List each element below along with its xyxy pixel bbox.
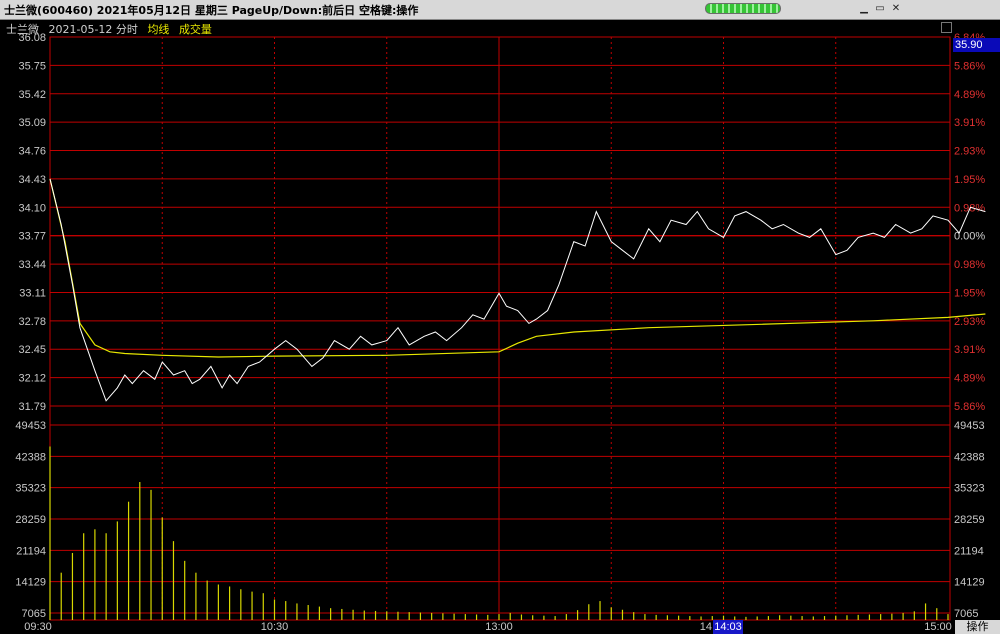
price-tick-label: 35.75: [18, 60, 46, 72]
chart-date: 2021-05-12 分时: [48, 23, 138, 36]
time-tick-label: 09:30: [24, 621, 52, 633]
volume-tick-label-right: 42388: [954, 451, 985, 463]
percent-tick-label: 5.86%: [954, 60, 985, 72]
percent-tick-label: 1.95%: [954, 174, 985, 186]
cursor-time-label: 14:03: [713, 620, 743, 634]
volume-tick-label-right: 35323: [954, 483, 985, 495]
current-price-box: 35.90: [953, 38, 1000, 52]
percent-tick-label: 0.98%: [954, 259, 985, 271]
price-tick-label: 32.78: [18, 316, 46, 328]
percent-tick-label: 2.93%: [954, 316, 985, 328]
time-tick-label: 10:30: [261, 621, 289, 633]
price-tick-label: 31.79: [18, 401, 46, 413]
volume-tick-label: 49453: [15, 420, 46, 432]
average-price-line: [49, 178, 986, 358]
percent-tick-label: 3.91%: [954, 117, 985, 129]
window-title: 士兰微(600460) 2021年05月12日 星期三 PageUp/Down:…: [4, 4, 419, 17]
price-tick-label: 33.11: [19, 287, 46, 299]
title-bar: 士兰微(600460) 2021年05月12日 星期三 PageUp/Down:…: [0, 0, 1000, 20]
maximize-icon[interactable]: ▭: [874, 3, 886, 15]
volume-tick-label-right: 28259: [954, 514, 985, 526]
stock-name: 士兰微: [6, 23, 39, 36]
window-buttons: ▁ ▭ ✕: [850, 0, 1000, 19]
percent-tick-label: 4.89%: [954, 89, 985, 101]
volume-tick-label: 14129: [15, 577, 46, 589]
volume-tick-label: 21194: [16, 545, 46, 557]
legend-volume: 成交量: [178, 23, 212, 36]
price-tick-label: 34.10: [18, 202, 46, 214]
time-tick-label: 15:00: [924, 621, 952, 633]
volume-tick-label-right: 21194: [954, 545, 984, 557]
price-tick-label: 35.42: [18, 89, 46, 101]
chart-header: 士兰微 2021-05-12 分时 均线 成交量: [6, 21, 218, 37]
volume-tick-label-right: 7065: [954, 608, 978, 620]
close-icon[interactable]: ✕: [890, 3, 902, 15]
price-tick-label: 33.44: [18, 259, 46, 271]
price-tick-label: 32.12: [18, 373, 46, 385]
price-line: [49, 178, 986, 402]
price-tick-label: 33.77: [18, 231, 46, 243]
price-tick-label: 35.09: [18, 117, 46, 129]
percent-tick-label: 2.93%: [954, 146, 985, 158]
plot-frame: [49, 36, 951, 621]
time-tick-label: 13:00: [485, 621, 513, 633]
percent-tick-label: 3.91%: [954, 344, 985, 356]
progress-indicator: [705, 3, 781, 14]
volume-tick-label-right: 49453: [954, 420, 985, 432]
legend-average-line: 均线: [147, 23, 170, 36]
volume-tick-label: 42388: [15, 451, 46, 463]
volume-tick-label: 7065: [22, 608, 46, 620]
volume-tick-label-right: 14129: [954, 577, 985, 589]
volume-tick-label: 28259: [15, 514, 46, 526]
price-tick-label: 32.45: [18, 344, 46, 356]
time-tick-label: 14: [700, 621, 712, 633]
panel-toggle-icon[interactable]: [941, 22, 952, 33]
percent-tick-label: 5.86%: [954, 401, 985, 413]
price-tick-label: 34.76: [18, 146, 46, 158]
operation-button[interactable]: 操作: [955, 620, 1000, 634]
percent-tick-label: 1.95%: [954, 287, 985, 299]
time-share-chart[interactable]: 36.0835.7535.4235.0934.7634.4334.1033.77…: [0, 20, 1000, 634]
minimize-icon[interactable]: ▁: [858, 3, 870, 15]
volume-tick-label: 35323: [15, 483, 46, 495]
price-tick-label: 34.43: [18, 174, 46, 186]
percent-tick-label: 4.89%: [954, 373, 985, 385]
